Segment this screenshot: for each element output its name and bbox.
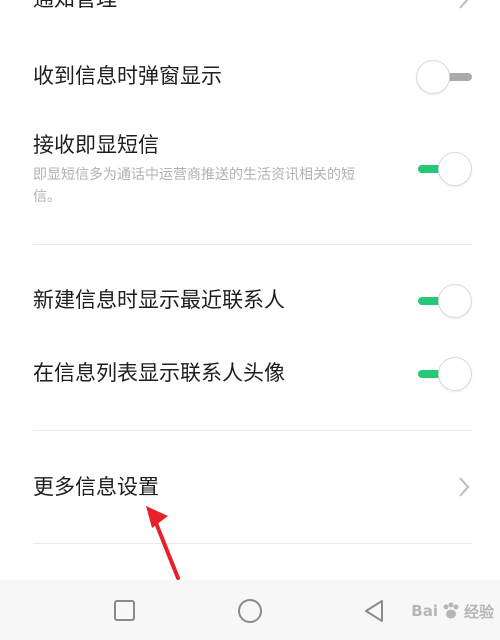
annotation-arrow-icon: [146, 506, 180, 580]
more-settings-label: 更多信息设置: [33, 475, 159, 499]
flash-sms-toggle[interactable]: [416, 152, 472, 186]
chevron-right-icon: [459, 477, 470, 497]
toggle-knob: [438, 284, 472, 318]
toggle-knob: [416, 60, 450, 94]
show-recent-contacts-row: 新建信息时显示最近联系人: [33, 284, 472, 318]
popup-on-receive-row: 收到信息时弹窗显示: [33, 60, 472, 94]
notification-management-row[interactable]: 通知管理: [33, 0, 472, 16]
flash-sms-description: 即显短信多为通话中运营商推送的生活资讯相关的短信。: [33, 167, 355, 205]
popup-on-receive-toggle[interactable]: [416, 60, 472, 94]
watermark-brand-left: Bai: [411, 602, 438, 620]
show-recent-contacts-toggle[interactable]: [416, 284, 472, 318]
section-divider: [33, 244, 472, 245]
watermark-brand-right: 经验: [463, 602, 494, 621]
baidu-jingyan-watermark: Bai 经验: [411, 593, 494, 629]
paw-icon: [443, 602, 459, 619]
home-icon[interactable]: [237, 598, 263, 624]
popup-on-receive-label: 收到信息时弹窗显示: [33, 64, 222, 88]
show-contact-avatar-row: 在信息列表显示联系人头像: [33, 357, 472, 391]
flash-sms-label: 接收即显短信: [33, 133, 159, 157]
toggle-knob: [438, 152, 472, 186]
notification-management-label: 通知管理: [33, 0, 117, 12]
chevron-right-icon: [459, 0, 469, 9]
show-contact-avatar-toggle[interactable]: [416, 357, 472, 391]
recent-apps-icon[interactable]: [112, 598, 138, 624]
messages-settings-screen: 通知管理 收到信息时弹窗显示 接收即显短信 即显短信多为通话中运营商推送的生活资…: [0, 0, 500, 640]
toggle-knob: [438, 357, 472, 391]
show-contact-avatar-label: 在信息列表显示联系人头像: [33, 361, 285, 385]
section-divider: [33, 543, 472, 544]
back-icon[interactable]: [362, 598, 388, 624]
more-settings-row[interactable]: 更多信息设置: [33, 472, 472, 502]
show-recent-contacts-label: 新建信息时显示最近联系人: [33, 288, 285, 312]
flash-sms-row: 接收即显短信 即显短信多为通话中运营商推送的生活资讯相关的短信。: [33, 132, 472, 212]
section-divider: [33, 430, 472, 431]
